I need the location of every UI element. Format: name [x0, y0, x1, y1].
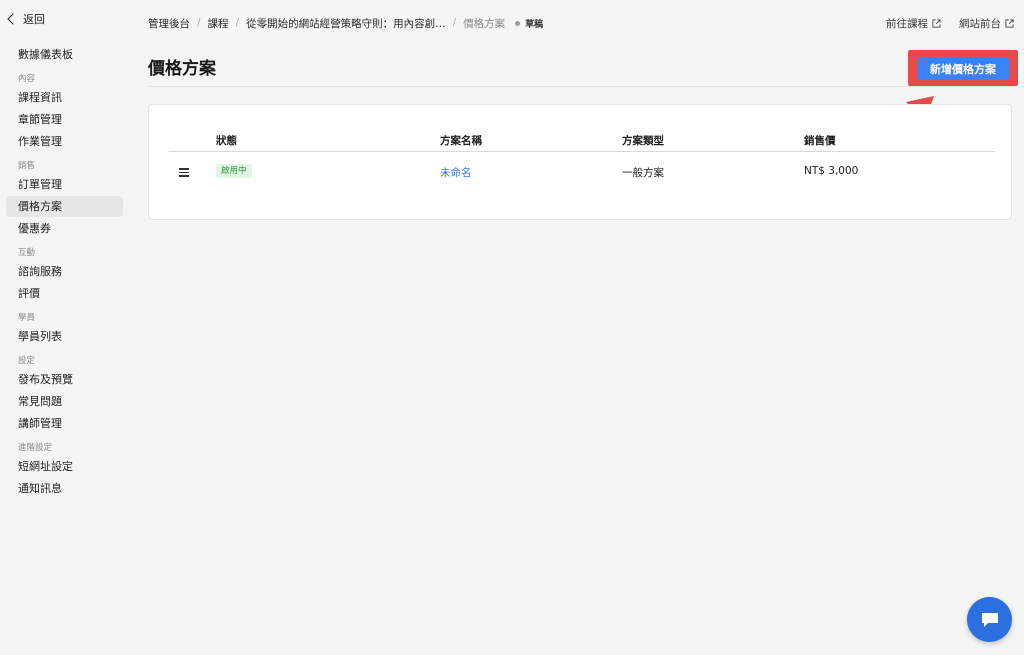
sidebar-section-content: 內容 — [18, 74, 36, 84]
sidebar-item-pricing[interactable]: 價格方案 — [6, 196, 123, 217]
sidebar-item-course-info[interactable]: 課程資訊 — [6, 87, 123, 108]
topbar: 管理後台 / 課程 / 從零開始的網站經營策略守則：用內容創… / 價格方案 草… — [148, 14, 1014, 32]
top-links: 前往課程 網站前台 — [886, 16, 1014, 31]
column-header-plan-name: 方案名稱 — [440, 135, 482, 147]
sidebar-item-reviews[interactable]: 評價 — [6, 283, 123, 304]
sidebar-item-short-url[interactable]: 短網址設定 — [6, 456, 123, 477]
plan-price-cell: NT$ 3,000 — [804, 165, 859, 177]
sidebar-item-student-list[interactable]: 學員列表 — [6, 326, 123, 347]
sidebar-section-sales: 銷售 — [18, 161, 36, 171]
breadcrumb-course-title[interactable]: 從零開始的網站經營策略守則：用內容創… — [246, 16, 446, 31]
breadcrumb-separator: / — [452, 17, 457, 29]
page-title: 價格方案 — [148, 59, 216, 79]
sidebar-item-assignments[interactable]: 作業管理 — [6, 131, 123, 152]
sidebar-item-coupons[interactable]: 優惠券 — [6, 218, 123, 239]
divider — [148, 86, 1014, 87]
sidebar: 返回 數據儀表板 內容 課程資訊 章節管理 作業管理 銷售 訂單管理 價格方案 … — [0, 0, 133, 655]
sidebar-item-consulting[interactable]: 諮詢服務 — [6, 261, 123, 282]
sidebar-item-orders[interactable]: 訂單管理 — [6, 174, 123, 195]
plan-type-cell: 一般方案 — [622, 167, 664, 179]
status-badge: 草稿 — [515, 17, 543, 30]
back-button[interactable]: 返回 — [0, 10, 133, 28]
breadcrumb-separator: / — [235, 17, 240, 29]
sidebar-section-settings: 設定 — [18, 356, 36, 366]
add-pricing-plan-button[interactable]: 新增價格方案 — [917, 58, 1009, 80]
sidebar-item-notifications[interactable]: 通知訊息 — [6, 478, 123, 499]
pricing-plans-table: 狀態 方案名稱 方案類型 銷售價 啟用中 未命名 一般方案 NT$ 3,000 — [148, 104, 1012, 220]
external-link-icon — [1005, 18, 1014, 28]
go-to-course-label: 前往課程 — [886, 17, 928, 30]
breadcrumb-separator: / — [197, 17, 201, 29]
breadcrumb-admin[interactable]: 管理後台 — [148, 16, 190, 31]
site-frontend-label: 網站前台 — [959, 17, 1001, 30]
site-frontend-link[interactable]: 網站前台 — [959, 16, 1014, 31]
table-header-divider — [169, 151, 995, 152]
sidebar-item-publish[interactable]: 發布及預覽 — [6, 369, 123, 390]
chat-icon — [981, 612, 998, 627]
go-to-course-link[interactable]: 前往課程 — [886, 16, 941, 31]
column-header-plan-type: 方案類型 — [622, 135, 664, 147]
status-badge-active: 啟用中 — [216, 164, 252, 178]
chat-button[interactable] — [967, 597, 1012, 642]
sidebar-item-chapters[interactable]: 章節管理 — [6, 109, 123, 130]
external-link-icon — [932, 18, 941, 28]
breadcrumb-current: 價格方案 — [463, 17, 506, 30]
sidebar-item-instructors[interactable]: 講師管理 — [6, 413, 123, 434]
column-header-status: 狀態 — [216, 135, 237, 147]
status-label: 草稿 — [525, 19, 544, 30]
sidebar-section-students: 學員 — [18, 313, 36, 323]
sidebar-section-advanced: 進階設定 — [18, 443, 53, 453]
drag-handle-icon[interactable] — [179, 168, 189, 177]
column-header-price: 銷售價 — [804, 135, 836, 147]
sidebar-item-dashboard[interactable]: 數據儀表板 — [6, 44, 123, 65]
chevron-left-icon — [7, 13, 19, 25]
sidebar-item-faq[interactable]: 常見問題 — [6, 391, 123, 412]
plan-name-link[interactable]: 未命名 — [440, 165, 472, 180]
back-label: 返回 — [23, 13, 45, 26]
status-dot-icon — [515, 20, 521, 26]
breadcrumb-courses[interactable]: 課程 — [208, 16, 229, 31]
sidebar-section-interaction: 互動 — [18, 248, 36, 258]
